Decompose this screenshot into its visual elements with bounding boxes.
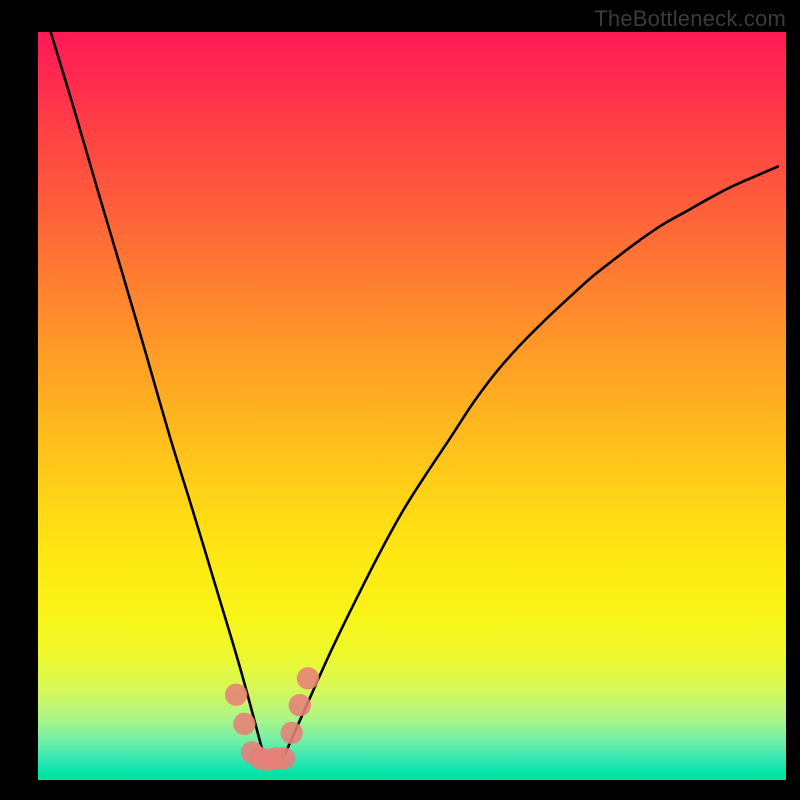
plot-area (38, 32, 786, 780)
trough-dot-2 (233, 713, 255, 735)
trough-dot-1 (225, 684, 247, 706)
right-curve (284, 167, 778, 757)
trough-dot-10 (297, 667, 319, 689)
trough-dot-8 (280, 722, 302, 744)
left-curve (51, 32, 264, 756)
chart-frame: TheBottleneck.com (0, 0, 800, 800)
trough-dot-7 (273, 747, 295, 769)
curve-layer (38, 32, 786, 780)
trough-dot-9 (289, 694, 311, 716)
watermark-text: TheBottleneck.com (594, 6, 786, 32)
trough-dots (225, 667, 319, 771)
